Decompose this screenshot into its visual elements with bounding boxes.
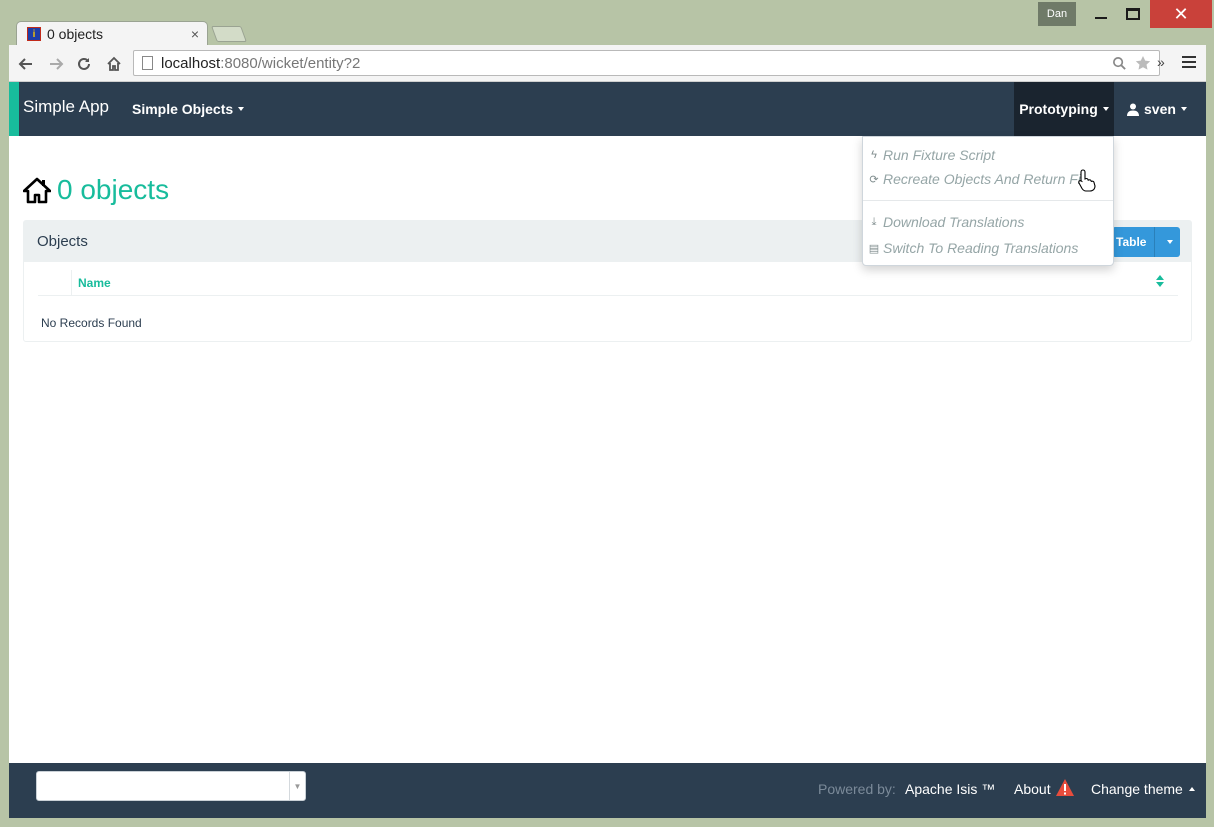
warning-icon[interactable]	[1055, 778, 1075, 797]
name-column-header[interactable]: Name	[78, 276, 111, 290]
app-viewport: Simple App Simple Objects Prototyping sv…	[9, 82, 1206, 818]
caret-down-icon	[1180, 107, 1187, 111]
view-selector-button[interactable]: Table	[1112, 227, 1181, 257]
page-icon	[142, 56, 153, 70]
browser-tab[interactable]: i 0 objects ×	[16, 21, 208, 46]
view-selector-dropdown[interactable]	[1154, 227, 1181, 257]
profile-badge[interactable]: Dan	[1038, 2, 1076, 26]
close-window-button[interactable]: ✕	[1150, 0, 1212, 28]
home-button[interactable]	[103, 53, 125, 75]
browser-toolbar: localhost:8080/wicket/entity?2 »	[9, 45, 1206, 82]
empty-table-message: No Records Found	[41, 316, 142, 330]
sort-icon[interactable]	[1156, 275, 1164, 287]
tab-title: 0 objects	[47, 26, 104, 42]
brand-stripe	[9, 82, 19, 136]
page-title-row: 0 objects	[23, 174, 169, 206]
reload-button[interactable]	[73, 53, 95, 75]
minimize-icon	[1095, 17, 1107, 19]
menu-item-download-translations[interactable]: ⤓ Download Translations	[867, 213, 1025, 231]
user-name: sven	[1144, 101, 1176, 117]
prototyping-menu[interactable]: Prototyping	[1014, 82, 1114, 136]
prototyping-label: Prototyping	[1019, 101, 1098, 117]
change-theme-label: Change theme	[1091, 781, 1183, 797]
close-icon: ✕	[1173, 3, 1189, 24]
isis-favicon-icon: i	[27, 27, 41, 41]
caret-up-icon	[1188, 787, 1195, 791]
book-icon: ▤	[868, 242, 880, 255]
browser-menu-icon[interactable]	[1182, 56, 1196, 71]
home-icon	[23, 177, 51, 204]
view-selector-label[interactable]: Table	[1112, 227, 1155, 257]
download-icon: ⤓	[871, 215, 877, 228]
menu-divider	[863, 200, 1113, 201]
back-button[interactable]	[15, 53, 37, 75]
extensions-overflow-button[interactable]: »	[1157, 54, 1165, 70]
powered-by-label: Powered by:	[818, 781, 896, 797]
top-navbar: Simple App Simple Objects Prototyping sv…	[9, 82, 1206, 136]
url-text: localhost:8080/wicket/entity?2	[161, 54, 361, 72]
maximize-button[interactable]	[1118, 0, 1148, 28]
change-theme-menu[interactable]: Change theme	[1091, 781, 1195, 797]
caret-down-icon	[238, 107, 245, 111]
forward-button[interactable]	[45, 53, 67, 75]
reload-icon	[78, 57, 90, 70]
prototyping-dropdown: ϟ Run Fixture Script ⟳ Recreate Objects An…	[862, 136, 1114, 266]
search-icon[interactable]	[1112, 56, 1127, 71]
tab-close-icon[interactable]: ×	[191, 26, 199, 42]
bolt-icon: ϟ	[871, 149, 877, 161]
menu-item-run-fixture-script[interactable]: ϟ Run Fixture Script	[867, 146, 995, 164]
brand-link[interactable]: Simple App	[23, 97, 109, 117]
refresh-icon: ⟳	[869, 173, 879, 186]
address-bar[interactable]: localhost:8080/wicket/entity?2	[133, 50, 1160, 76]
home-nav-icon	[107, 56, 121, 71]
simple-objects-label: Simple Objects	[132, 101, 234, 117]
hand-cursor-icon	[1078, 169, 1096, 192]
arrow-right-icon	[50, 58, 64, 70]
minimize-button[interactable]	[1086, 0, 1116, 28]
select-arrow-icon[interactable]: ▼	[289, 772, 305, 800]
menu-item-recreate-objects[interactable]: ⟳ Recreate Objects And Return Fi	[867, 170, 1081, 188]
arrow-left-icon	[18, 58, 32, 70]
about-link[interactable]: About	[1014, 781, 1051, 797]
page-title: 0 objects	[57, 174, 170, 205]
apache-isis-link[interactable]: Apache Isis ™	[905, 781, 995, 797]
new-tab-button[interactable]	[211, 26, 247, 42]
user-icon	[1127, 103, 1139, 116]
user-menu[interactable]: sven	[1127, 82, 1187, 136]
caret-down-icon	[1102, 107, 1109, 111]
star-icon[interactable]	[1135, 55, 1151, 71]
simple-objects-menu[interactable]: Simple Objects	[132, 82, 245, 136]
menu-item-switch-to-reading-translations[interactable]: ▤ Switch To Reading Translations	[867, 239, 1079, 257]
table-header: Name	[38, 270, 1178, 296]
footer: ▼ Powered by: Apache Isis ™ About Change…	[9, 763, 1206, 818]
select-column-header	[38, 270, 72, 296]
window-titlebar: Dan ✕ i 0 objects ×	[0, 0, 1214, 46]
panel-title: Objects	[37, 233, 88, 250]
maximize-icon	[1126, 8, 1140, 20]
caret-down-icon	[1167, 240, 1174, 244]
footer-select[interactable]: ▼	[36, 771, 306, 801]
